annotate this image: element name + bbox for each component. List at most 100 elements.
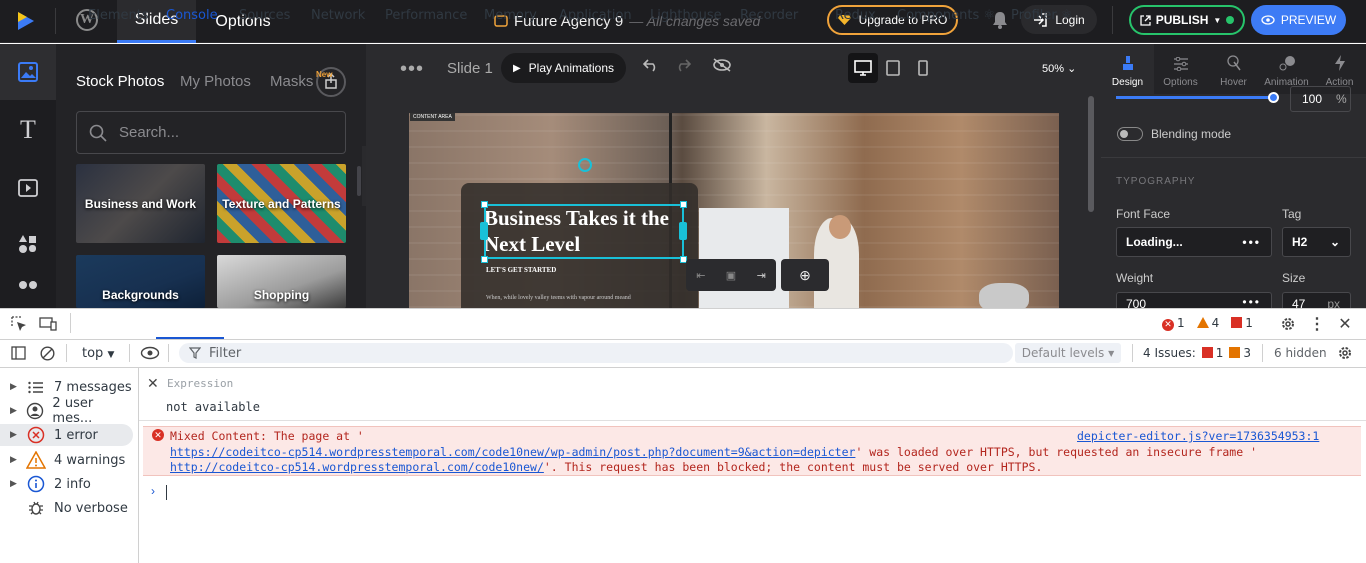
- eye-icon: [1261, 15, 1275, 25]
- opacity-slider[interactable]: [1116, 96, 1274, 99]
- panel-scrollbar[interactable]: [357, 166, 361, 196]
- live-expression-input[interactable]: Expression: [167, 377, 233, 390]
- element-toolbar: ⇤ ▣ ⇥: [686, 259, 776, 291]
- error-count-value: 1: [1177, 316, 1185, 330]
- live-expression-eye-icon[interactable]: [140, 345, 160, 361]
- tag-select[interactable]: H2 ⌄: [1282, 227, 1351, 257]
- sidebar-item-label: 1 error: [54, 427, 98, 443]
- error-source-link[interactable]: depicter-editor.js?ver=1736354953:1: [1077, 429, 1319, 443]
- slide-canvas[interactable]: CONTENT AREA Business Takes it the Next …: [409, 113, 1059, 308]
- tab-lighthouse[interactable]: Lighthouse: [650, 8, 722, 23]
- more-icon[interactable]: •••: [400, 58, 424, 81]
- resize-handle[interactable]: [481, 201, 488, 208]
- resize-handle[interactable]: [679, 222, 687, 240]
- sidebar-item-warnings[interactable]: ▶ 4 warnings: [0, 449, 133, 471]
- elements-tool-icon[interactable]: [0, 272, 56, 308]
- slide-body-text[interactable]: When, while lovely valley teems with vap…: [486, 295, 631, 301]
- preview-button[interactable]: PREVIEW: [1251, 5, 1346, 35]
- slide-subheading[interactable]: LET'S GET STARTED: [486, 266, 556, 274]
- divider: [70, 313, 71, 333]
- error-page-link[interactable]: https://codeitco-cp514.wordpresstemporal…: [170, 445, 855, 459]
- sidebar-item-messages[interactable]: ▶ 7 messages: [0, 376, 133, 398]
- canvas-scrollbar[interactable]: [1088, 96, 1094, 212]
- layer-icon[interactable]: ▣: [726, 269, 736, 282]
- tab-hover[interactable]: Hover: [1207, 44, 1260, 94]
- tab-application[interactable]: Application: [559, 8, 632, 23]
- error-frame-link[interactable]: http://codeitco-cp514.wordpresstemporal.…: [170, 460, 544, 474]
- divider: [1112, 6, 1113, 34]
- sidebar-item-user-messages[interactable]: ▶ 2 user mes...: [0, 396, 133, 426]
- zoom-select[interactable]: 50% ⌄: [1042, 62, 1076, 75]
- tile-shopping[interactable]: Shopping: [217, 255, 346, 308]
- tab-options[interactable]: Options: [1154, 44, 1207, 94]
- publish-button[interactable]: PUBLISH ▼: [1129, 5, 1245, 35]
- desktop-view-button[interactable]: [848, 53, 878, 83]
- tab-memory[interactable]: Memory: [484, 8, 537, 23]
- shapes-tool-icon[interactable]: [0, 216, 56, 272]
- issues-button[interactable]: 4 Issues: 1 3: [1143, 346, 1251, 360]
- rotate-handle-icon[interactable]: [578, 158, 592, 172]
- tile-backgrounds[interactable]: Backgrounds: [76, 255, 205, 308]
- sliders-icon: [1173, 57, 1188, 71]
- tab-redux[interactable]: Redux: [835, 8, 876, 23]
- sidebar-item-info[interactable]: ▶ 2 info: [0, 473, 133, 495]
- play-animations-button[interactable]: ▶ Play Animations: [501, 53, 626, 83]
- publish-label: PUBLISH: [1155, 13, 1209, 27]
- sidebar-item-label: 2 user mes...: [52, 396, 94, 426]
- blending-toggle[interactable]: [1117, 127, 1143, 141]
- resize-handle[interactable]: [481, 256, 488, 263]
- photo-search-input[interactable]: Search...: [76, 111, 346, 154]
- depicter-logo-icon[interactable]: [14, 9, 38, 33]
- console-filter-input[interactable]: Filter: [179, 343, 1013, 363]
- tablet-icon: [886, 60, 900, 76]
- inspect-element-icon[interactable]: [10, 315, 28, 333]
- image-tool-icon[interactable]: [0, 44, 56, 100]
- align-left-icon[interactable]: ⇤: [696, 269, 705, 282]
- sidebar-toggle-icon[interactable]: [10, 345, 26, 361]
- redo-icon[interactable]: [675, 58, 692, 77]
- sidebar-item-verbose[interactable]: No verbose: [0, 497, 133, 519]
- resize-handle[interactable]: [680, 201, 687, 208]
- opacity-slider-knob[interactable]: [1268, 92, 1279, 103]
- tab-performance[interactable]: Performance: [385, 8, 467, 23]
- tab-sources[interactable]: Sources: [239, 8, 290, 23]
- undo-icon[interactable]: [642, 58, 659, 77]
- weight-select[interactable]: 700 •••: [1116, 292, 1272, 311]
- console-input[interactable]: [166, 485, 167, 500]
- tile-texture[interactable]: Texture and Patterns: [217, 164, 346, 243]
- clear-console-icon[interactable]: [39, 345, 55, 361]
- tab-my-photos[interactable]: My Photos: [180, 73, 251, 90]
- tab-stock-photos[interactable]: Stock Photos: [76, 73, 164, 90]
- mobile-view-button[interactable]: [908, 53, 938, 83]
- settings-gear-icon[interactable]: [1279, 315, 1297, 333]
- tab-recorder[interactable]: Recorder: [740, 8, 798, 23]
- console-counters[interactable]: ✕ 1 4 1: [1162, 316, 1253, 331]
- tab-profiler[interactable]: Profiler ⚛: [1011, 8, 1073, 23]
- tab-elements[interactable]: Elements: [88, 8, 149, 23]
- tab-masks[interactable]: Masks: [270, 73, 313, 90]
- tab-console[interactable]: Console: [166, 8, 218, 23]
- slide-label[interactable]: Slide 1: [447, 60, 493, 77]
- tab-design[interactable]: Design: [1101, 44, 1154, 94]
- opacity-input[interactable]: 100%: [1290, 86, 1351, 112]
- hide-icon[interactable]: [712, 58, 732, 77]
- size-input[interactable]: 47 px: [1282, 292, 1351, 311]
- resize-handle[interactable]: [480, 222, 488, 240]
- font-face-select[interactable]: Loading... •••: [1116, 227, 1272, 257]
- device-toolbar-icon[interactable]: [38, 315, 58, 333]
- video-tool-icon[interactable]: [0, 160, 56, 216]
- tab-network[interactable]: Network: [311, 8, 365, 23]
- tablet-view-button[interactable]: [878, 53, 908, 83]
- context-select[interactable]: top ▼: [82, 346, 114, 361]
- tile-business[interactable]: Business and Work: [76, 164, 205, 243]
- more-vertical-icon[interactable]: ⋮: [1309, 315, 1325, 333]
- console-settings-gear-icon[interactable]: [1336, 344, 1354, 362]
- remove-expression-icon[interactable]: ✕: [147, 375, 159, 392]
- sidebar-item-errors[interactable]: ▶ 1 error: [0, 424, 133, 446]
- tab-components[interactable]: Components ⚛: [897, 8, 995, 23]
- log-levels-select[interactable]: Default levels ▼: [1015, 343, 1121, 363]
- add-element-button[interactable]: ⊕: [781, 259, 829, 291]
- align-right-icon[interactable]: ⇥: [757, 269, 766, 282]
- text-tool-icon[interactable]: T: [0, 102, 56, 158]
- close-icon[interactable]: ✕: [1336, 315, 1354, 333]
